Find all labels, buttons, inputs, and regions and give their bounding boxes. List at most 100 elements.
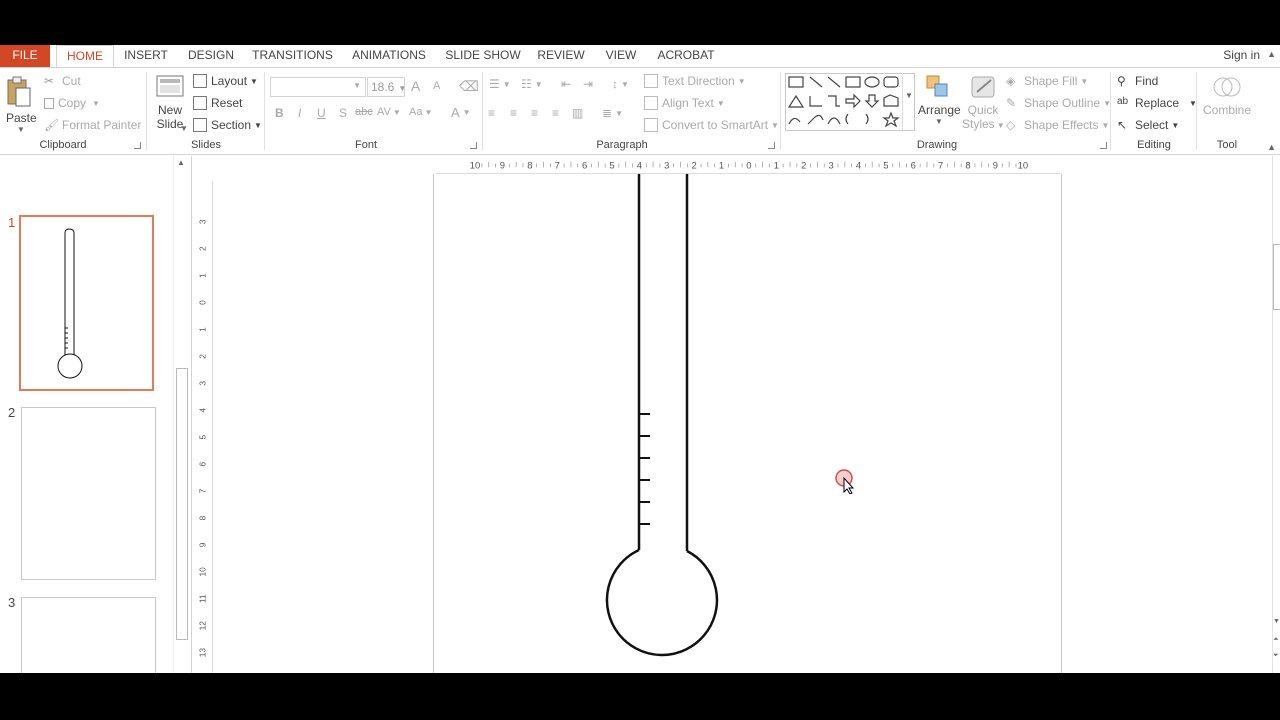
shape-outline-button[interactable]: ✎ Shape Outline ▼ bbox=[1006, 96, 1111, 110]
editor-scrollbar[interactable]: ▼ ⏶ ⏷ bbox=[1272, 156, 1280, 673]
shapes-gallery-more-icon[interactable]: ▼ bbox=[902, 73, 915, 131]
decrease-indent-icon[interactable]: ⇤ bbox=[561, 77, 571, 91]
increase-indent-icon[interactable]: ⇥ bbox=[583, 77, 593, 91]
paste-button[interactable]: Paste ▼ bbox=[4, 74, 38, 134]
paste-dropdown-icon[interactable]: ▼ bbox=[17, 125, 38, 134]
sign-in-link[interactable]: Sign in bbox=[1223, 45, 1260, 65]
tab-animations[interactable]: ANIMATIONS bbox=[346, 45, 432, 67]
ruler-label: 11 bbox=[199, 594, 208, 603]
align-left-icon[interactable]: ≡ bbox=[488, 106, 495, 120]
tab-acrobat[interactable]: ACROBAT bbox=[654, 45, 718, 67]
align-text-button[interactable]: Align Text ▼ bbox=[644, 96, 725, 110]
shapes-gallery[interactable] bbox=[785, 73, 915, 131]
shape-effects-button[interactable]: ◇ Shape Effects ▼ bbox=[1006, 118, 1109, 132]
layout-icon bbox=[193, 74, 207, 88]
slide-thumbnail-3[interactable] bbox=[21, 597, 156, 673]
italic-button[interactable]: I bbox=[298, 106, 301, 120]
cut-label: Cut bbox=[62, 74, 81, 88]
ruler-label: 5 bbox=[609, 160, 614, 171]
columns-icon[interactable]: ▥ bbox=[572, 106, 583, 120]
numbering-icon: ☷ bbox=[521, 77, 532, 91]
slide-thumbnail-2[interactable] bbox=[21, 407, 156, 580]
horizontal-ruler: 10 9 8 7 6 5 4 3 2 1 0 1 2 3 4 5 6 7 8 9 10 bbox=[435, 156, 1061, 174]
bullets-button[interactable]: ☰ ▼ bbox=[489, 77, 511, 91]
replace-button[interactable]: ab Replace ▼ bbox=[1117, 96, 1197, 110]
line-spacing-button[interactable]: ↕ ▼ bbox=[612, 77, 629, 91]
tab-review[interactable]: REVIEW bbox=[534, 45, 588, 67]
paragraph-launcher-icon[interactable] bbox=[768, 142, 775, 149]
grow-font-button[interactable]: A bbox=[411, 78, 420, 94]
reset-button[interactable]: Reset bbox=[193, 96, 242, 110]
shrink-font-button[interactable]: A bbox=[433, 80, 440, 92]
new-slide-dropdown-icon[interactable]: ▼ bbox=[180, 124, 188, 133]
font-size-box[interactable]: 18.6 ▼ bbox=[367, 77, 406, 97]
arrange-button[interactable]: Arrange ▼ bbox=[918, 74, 961, 126]
tab-slide-show[interactable]: SLIDE SHOW bbox=[444, 45, 522, 67]
ruler-label: 3 bbox=[199, 219, 208, 224]
slide-thumbnail-1[interactable] bbox=[19, 215, 154, 391]
ruler-label: 8 bbox=[199, 515, 208, 520]
bold-button[interactable]: B bbox=[275, 106, 284, 120]
pencil-icon: ✎ bbox=[1006, 96, 1017, 110]
previous-slide-icon[interactable]: ⏶ bbox=[1273, 636, 1279, 644]
scroll-down-icon[interactable]: ▼ bbox=[1273, 618, 1280, 625]
collapse-ribbon-icon[interactable]: ▲ bbox=[1267, 142, 1276, 152]
ruler-label: 2 bbox=[692, 160, 697, 171]
thermometer-shape[interactable] bbox=[434, 174, 1063, 673]
ribbon-scroll-up-icon[interactable]: ▲ bbox=[1267, 49, 1276, 59]
combine-button[interactable]: Combine bbox=[1200, 74, 1254, 117]
align-right-icon[interactable]: ≡ bbox=[531, 106, 538, 120]
thumbnail-scroll-thumb[interactable] bbox=[176, 368, 188, 640]
quick-styles-button[interactable]: Quick Styles ▼ bbox=[962, 74, 1005, 131]
change-case-button[interactable]: Aa ▼ bbox=[409, 106, 432, 118]
format-painter-button[interactable]: 🖌 Format Painter bbox=[44, 118, 141, 132]
justify-icon[interactable]: ≡ bbox=[552, 106, 559, 120]
ruler-label: 2 bbox=[801, 160, 806, 171]
next-slide-icon[interactable]: ⏷ bbox=[1273, 652, 1279, 660]
find-button[interactable]: ⚲ Find bbox=[1117, 74, 1158, 88]
text-box-align-button[interactable]: ≣ ▼ bbox=[602, 106, 623, 120]
ruler-label: 13 bbox=[199, 648, 208, 658]
scroll-up-icon[interactable]: ▲ bbox=[177, 158, 185, 167]
layout-button[interactable]: Layout ▼ bbox=[193, 74, 258, 88]
tab-transitions[interactable]: TRANSITIONS bbox=[250, 45, 335, 67]
new-slide-label-1: New bbox=[157, 103, 182, 117]
tab-insert[interactable]: INSERT bbox=[120, 45, 172, 67]
underline-button[interactable]: U bbox=[317, 106, 326, 120]
convert-smartart-button[interactable]: Convert to SmartArt ▼ bbox=[644, 118, 779, 132]
font-name-box[interactable]: ▼ bbox=[270, 77, 366, 97]
drawing-launcher-icon[interactable] bbox=[1100, 142, 1107, 149]
tab-home[interactable]: HOME bbox=[56, 45, 114, 68]
slide-canvas[interactable] bbox=[433, 174, 1062, 673]
drawing-group-label: Drawing bbox=[916, 139, 958, 151]
text-shadow-button[interactable]: S bbox=[339, 106, 347, 120]
font-launcher-icon[interactable] bbox=[470, 142, 477, 149]
tab-design[interactable]: DESIGN bbox=[184, 45, 238, 67]
cut-button[interactable]: ✂ Cut bbox=[44, 74, 81, 88]
clear-formatting-icon[interactable]: ⌫ bbox=[459, 78, 479, 95]
ruler-label: 7 bbox=[938, 160, 943, 171]
tab-file[interactable]: FILE bbox=[0, 45, 50, 67]
ruler-label: 4 bbox=[199, 408, 208, 413]
numbering-button[interactable]: ☷ ▼ bbox=[521, 77, 543, 91]
tab-view[interactable]: VIEW bbox=[600, 45, 642, 67]
character-spacing-button[interactable]: AV ▼ bbox=[377, 106, 401, 118]
format-painter-label: Format Painter bbox=[62, 118, 142, 132]
copy-button[interactable]: Copy ▼ bbox=[44, 96, 100, 110]
strikethrough-button[interactable]: abc bbox=[355, 106, 373, 118]
font-color-button[interactable]: A ▼ bbox=[451, 105, 471, 120]
shapes-gallery-icons bbox=[787, 76, 900, 128]
editor-scroll-thumb[interactable] bbox=[1273, 244, 1280, 310]
section-button[interactable]: Section ▼ bbox=[193, 118, 262, 132]
shape-fill-button[interactable]: ◈ Shape Fill ▼ bbox=[1006, 74, 1088, 88]
ruler-label: 1 bbox=[199, 327, 208, 332]
clipboard-launcher-icon[interactable] bbox=[134, 142, 141, 149]
new-slide-icon bbox=[156, 75, 184, 97]
shape-fill-label: Shape Fill bbox=[1024, 74, 1078, 88]
ruler-label: 2 bbox=[199, 246, 208, 251]
text-direction-button[interactable]: Text Direction ▼ bbox=[644, 74, 746, 88]
select-button[interactable]: ↖ Select ▼ bbox=[1117, 118, 1179, 132]
scissors-icon: ✂ bbox=[44, 74, 55, 88]
thumbnail-scrollbar[interactable]: ▲ bbox=[173, 156, 189, 673]
align-center-icon[interactable]: ≡ bbox=[510, 106, 517, 120]
